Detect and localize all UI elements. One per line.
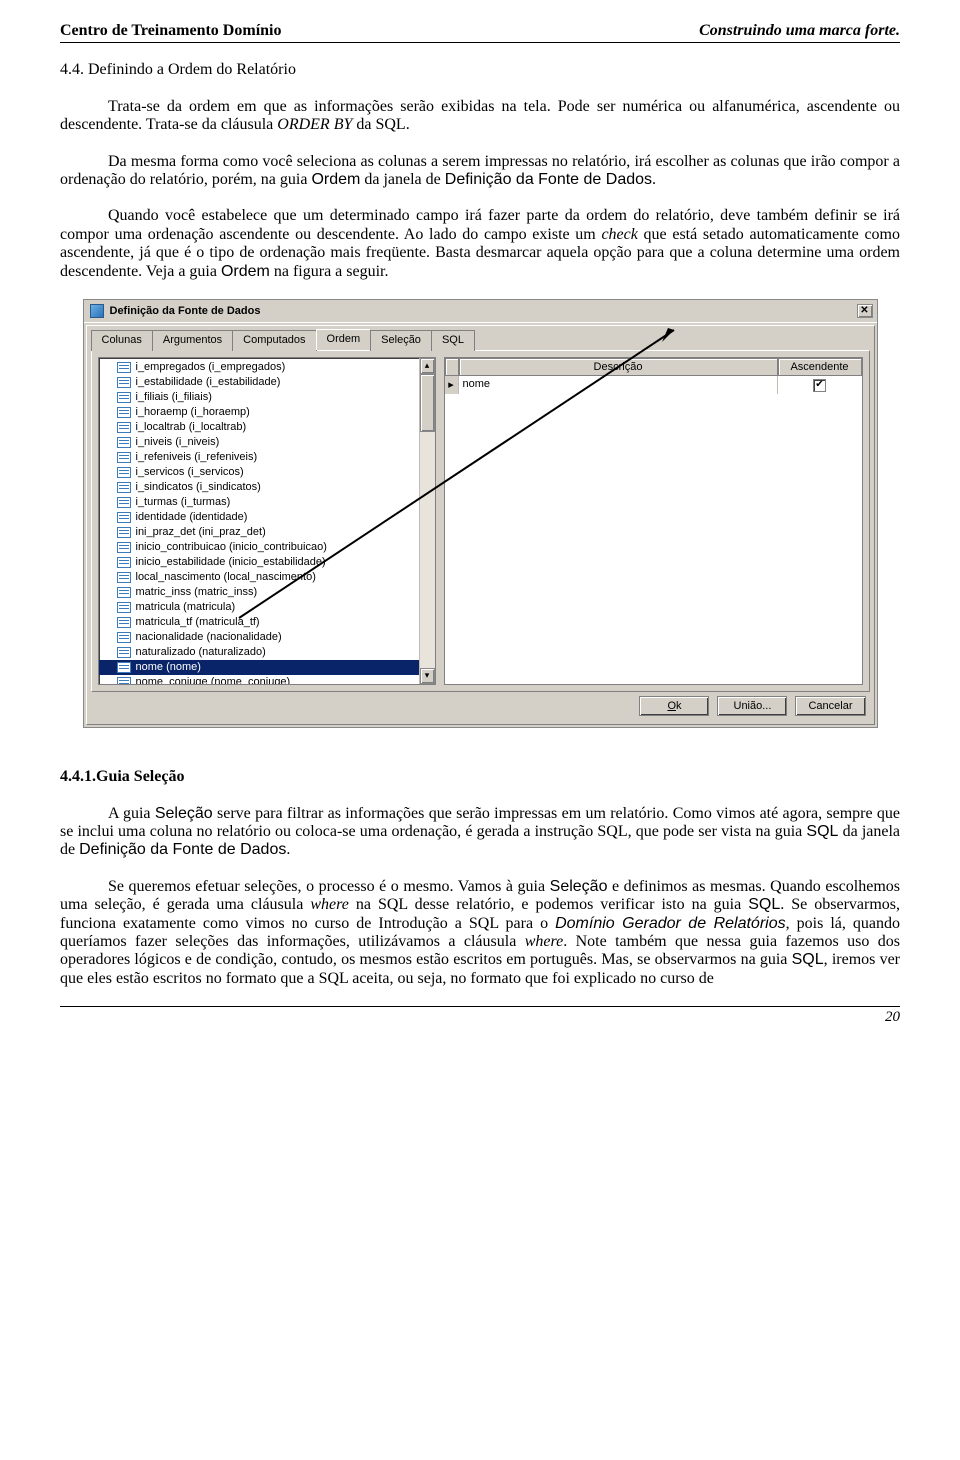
tab-computados[interactable]: Computados — [232, 330, 316, 351]
close-button[interactable]: ✕ — [857, 304, 873, 318]
column-icon — [117, 572, 131, 583]
column-icon — [117, 437, 131, 448]
column-icon — [117, 587, 131, 598]
tab-panel: i_empregados (i_empregados)i_estabilidad… — [91, 350, 870, 692]
cancel-button[interactable]: Cancelar — [795, 696, 865, 717]
column-icon — [117, 617, 131, 628]
scrollbar[interactable]: ▴ ▾ — [419, 358, 435, 684]
column-icon — [117, 482, 131, 493]
screenshot-window: Definição da Fonte de Dados ✕ Colunas Ar… — [83, 299, 878, 728]
column-icon — [117, 377, 131, 388]
scroll-thumb[interactable] — [420, 374, 435, 432]
list-item[interactable]: i_estabilidade (i_estabilidade) — [99, 375, 419, 390]
column-icon — [117, 362, 131, 373]
uniao-button[interactable]: União... — [717, 696, 787, 717]
list-item[interactable]: i_empregados (i_empregados) — [99, 360, 419, 375]
paragraph: Da mesma forma como você seleciona as co… — [60, 153, 900, 190]
grid-header-ascendente: Ascendente — [778, 358, 862, 377]
list-item[interactable]: matricula (matricula) — [99, 600, 419, 615]
list-item[interactable]: nome (nome) — [99, 660, 419, 675]
column-icon — [117, 527, 131, 538]
columns-list[interactable]: i_empregados (i_empregados)i_estabilidad… — [98, 357, 436, 685]
column-icon — [117, 542, 131, 553]
list-item[interactable]: i_refeniveis (i_refeniveis) — [99, 450, 419, 465]
window-titlebar: Definição da Fonte de Dados ✕ — [84, 300, 877, 323]
column-icon — [117, 632, 131, 643]
grid-header-descricao: Descrição — [459, 358, 778, 377]
row-indicator-icon: ▸ — [445, 376, 459, 394]
tab-colunas[interactable]: Colunas — [91, 330, 153, 351]
grid-cell-descricao[interactable]: nome — [459, 376, 778, 394]
section-title-2: 4.4.1.Guia Seleção — [60, 768, 900, 786]
list-item[interactable]: i_turmas (i_turmas) — [99, 495, 419, 510]
column-icon — [117, 557, 131, 568]
column-icon — [117, 467, 131, 478]
list-item[interactable]: naturalizado (naturalizado) — [99, 645, 419, 660]
list-item[interactable]: matric_inss (matric_inss) — [99, 585, 419, 600]
ascendente-checkbox[interactable]: ✔ — [813, 379, 826, 392]
column-icon — [117, 662, 131, 673]
list-item[interactable]: i_sindicatos (i_sindicatos) — [99, 480, 419, 495]
list-item[interactable]: nacionalidade (nacionalidade) — [99, 630, 419, 645]
list-item[interactable]: ini_praz_det (ini_praz_det) — [99, 525, 419, 540]
column-icon — [117, 512, 131, 523]
page-footer: 20 — [60, 1006, 900, 1026]
scroll-down-button[interactable]: ▾ — [420, 668, 435, 684]
window-title: Definição da Fonte de Dados — [110, 305, 261, 318]
order-grid: Descrição Ascendente ▸ nome ✔ — [444, 357, 863, 685]
column-icon — [117, 602, 131, 613]
tab-selecao[interactable]: Seleção — [370, 330, 432, 351]
page-number: 20 — [885, 1009, 900, 1025]
ok-button[interactable]: Ok — [639, 696, 709, 717]
grid-row[interactable]: ▸ nome ✔ — [445, 376, 862, 394]
column-icon — [117, 422, 131, 433]
dialog-buttons: Ok União... Cancelar — [87, 696, 874, 725]
paragraph: Se queremos efetuar seleções, o processo… — [60, 878, 900, 988]
column-icon — [117, 392, 131, 403]
list-item[interactable]: local_nascimento (local_nascimento) — [99, 570, 419, 585]
tab-argumentos[interactable]: Argumentos — [152, 330, 233, 351]
paragraph: Trata-se da ordem em que as informações … — [60, 98, 900, 135]
page-header: Centro de Treinamento Domínio Construind… — [60, 22, 900, 43]
list-item[interactable]: i_horaemp (i_horaemp) — [99, 405, 419, 420]
column-icon — [117, 497, 131, 508]
column-icon — [117, 407, 131, 418]
tab-sql[interactable]: SQL — [431, 330, 475, 351]
paragraph: A guia Seleção serve para filtrar as inf… — [60, 805, 900, 860]
list-item[interactable]: nome_conjuge (nome_conjuge) — [99, 675, 419, 684]
list-item[interactable]: inicio_contribuicao (inicio_contribuicao… — [99, 540, 419, 555]
column-icon — [117, 677, 131, 684]
list-item[interactable]: i_localtrab (i_localtrab) — [99, 420, 419, 435]
tab-ordem[interactable]: Ordem — [316, 329, 372, 350]
list-item[interactable]: identidade (identidade) — [99, 510, 419, 525]
list-item[interactable]: i_servicos (i_servicos) — [99, 465, 419, 480]
section-title-1: 4.4. Definindo a Ordem do Relatório — [60, 61, 900, 79]
list-item[interactable]: inicio_estabilidade (inicio_estabilidade… — [99, 555, 419, 570]
column-icon — [117, 452, 131, 463]
list-item[interactable]: i_niveis (i_niveis) — [99, 435, 419, 450]
header-left: Centro de Treinamento Domínio — [60, 22, 281, 40]
list-item[interactable]: i_filiais (i_filiais) — [99, 390, 419, 405]
tab-strip: Colunas Argumentos Computados Ordem Sele… — [87, 326, 874, 350]
grid-corner — [445, 358, 459, 377]
window-icon — [90, 304, 104, 318]
paragraph: Quando você estabelece que um determinad… — [60, 207, 900, 281]
column-icon — [117, 647, 131, 658]
header-right: Construindo uma marca forte. — [699, 22, 900, 40]
scroll-up-button[interactable]: ▴ — [420, 358, 435, 374]
list-item[interactable]: matricula_tf (matricula_tf) — [99, 615, 419, 630]
